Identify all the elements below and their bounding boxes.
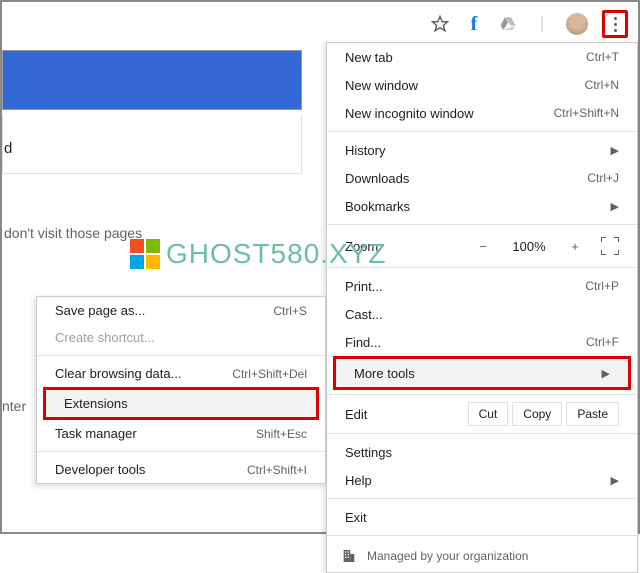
drive-icon[interactable] <box>498 14 518 34</box>
partial-text-d: d <box>4 140 12 157</box>
submenu-dev-tools[interactable]: Developer tools Ctrl+Shift+I <box>37 456 325 483</box>
chrome-menu-button-highlight <box>602 10 628 38</box>
menu-separator <box>327 224 637 225</box>
menu-separator <box>327 131 637 132</box>
menu-find[interactable]: Find... Ctrl+F <box>327 328 637 356</box>
menu-label: Create shortcut... <box>55 330 155 345</box>
submenu-extensions[interactable]: Extensions <box>46 390 316 417</box>
page-header-blue <box>2 50 302 110</box>
shortcut-text: Ctrl+N <box>585 78 619 92</box>
menu-separator <box>327 267 637 268</box>
menu-help[interactable]: Help ▶ <box>327 466 637 494</box>
menu-downloads[interactable]: Downloads Ctrl+J <box>327 164 637 192</box>
menu-separator <box>327 535 637 536</box>
menu-label: Save page as... <box>55 303 145 318</box>
menu-zoom-row: Zoom − 100% + <box>327 229 637 263</box>
menu-separator <box>327 433 637 434</box>
menu-label: New tab <box>345 50 393 65</box>
menu-edit-row: Edit Cut Copy Paste <box>327 399 637 429</box>
menu-label: New window <box>345 78 418 93</box>
partial-text-fragment: don't visit those pages <box>4 225 142 241</box>
paste-button[interactable]: Paste <box>566 402 619 426</box>
managed-label: Managed by your organization <box>367 549 528 563</box>
shortcut-text: Ctrl+F <box>586 335 619 349</box>
zoom-label: Zoom <box>345 239 457 254</box>
chevron-right-icon: ▶ <box>611 144 619 157</box>
cut-button[interactable]: Cut <box>468 402 509 426</box>
more-tools-submenu: Save page as... Ctrl+S Create shortcut...… <box>36 296 326 484</box>
menu-label: Cast... <box>345 307 383 322</box>
menu-label: Task manager <box>55 426 137 441</box>
menu-label: Find... <box>345 335 381 350</box>
menu-label: More tools <box>354 366 415 381</box>
shortcut-text: Ctrl+S <box>273 304 307 318</box>
extensions-highlight: Extensions <box>43 387 319 420</box>
submenu-task-manager[interactable]: Task manager Shift+Esc <box>37 420 325 447</box>
menu-label: Settings <box>345 445 392 460</box>
menu-label: Extensions <box>64 396 128 411</box>
menu-more-tools[interactable]: More tools ▶ <box>336 359 628 387</box>
menu-print[interactable]: Print... Ctrl+P <box>327 272 637 300</box>
browser-toolbar: f | <box>0 8 632 40</box>
profile-avatar[interactable] <box>566 13 588 35</box>
separator: | <box>532 14 552 34</box>
fullscreen-icon[interactable] <box>601 237 619 255</box>
partial-text-enter: nter <box>2 398 26 414</box>
menu-cast[interactable]: Cast... <box>327 300 637 328</box>
menu-new-tab[interactable]: New tab Ctrl+T <box>327 43 637 71</box>
shortcut-text: Shift+Esc <box>256 427 307 441</box>
more-tools-highlight: More tools ▶ <box>333 356 631 390</box>
submenu-clear-browsing[interactable]: Clear browsing data... Ctrl+Shift+Del <box>37 360 325 387</box>
menu-label: History <box>345 143 385 158</box>
menu-label: Help <box>345 473 372 488</box>
shortcut-text: Ctrl+Shift+Del <box>232 367 307 381</box>
menu-bookmarks[interactable]: Bookmarks ▶ <box>327 192 637 220</box>
star-icon[interactable] <box>430 14 450 34</box>
managed-by-org[interactable]: Managed by your organization <box>327 540 637 572</box>
chevron-right-icon: ▶ <box>602 367 610 380</box>
chevron-right-icon: ▶ <box>611 200 619 213</box>
chevron-right-icon: ▶ <box>611 474 619 487</box>
menu-separator <box>327 498 637 499</box>
menu-history[interactable]: History ▶ <box>327 136 637 164</box>
shortcut-text: Ctrl+Shift+I <box>247 463 307 477</box>
chrome-menu-button[interactable] <box>608 15 622 33</box>
menu-new-incognito[interactable]: New incognito window Ctrl+Shift+N <box>327 99 637 127</box>
shortcut-text: Ctrl+J <box>587 171 619 185</box>
shortcut-text: Ctrl+Shift+N <box>554 106 619 120</box>
building-icon <box>341 548 357 564</box>
edit-label: Edit <box>345 407 464 422</box>
shortcut-text: Ctrl+P <box>585 279 619 293</box>
menu-separator <box>37 355 325 356</box>
menu-label: Downloads <box>345 171 409 186</box>
menu-separator <box>37 451 325 452</box>
menu-label: New incognito window <box>345 106 474 121</box>
menu-label: Clear browsing data... <box>55 366 181 381</box>
zoom-in-button[interactable]: + <box>565 239 585 254</box>
menu-exit[interactable]: Exit <box>327 503 637 531</box>
menu-label: Print... <box>345 279 383 294</box>
menu-new-window[interactable]: New window Ctrl+N <box>327 71 637 99</box>
page-header-strip <box>2 114 302 174</box>
chrome-main-menu: New tab Ctrl+T New window Ctrl+N New incog… <box>326 42 638 573</box>
menu-label: Exit <box>345 510 367 525</box>
menu-separator <box>327 394 637 395</box>
menu-settings[interactable]: Settings <box>327 438 637 466</box>
facebook-icon[interactable]: f <box>464 14 484 34</box>
menu-label: Bookmarks <box>345 199 410 214</box>
zoom-out-button[interactable]: − <box>473 239 493 254</box>
zoom-value: 100% <box>509 239 549 254</box>
submenu-create-shortcut: Create shortcut... <box>37 324 325 351</box>
menu-label: Developer tools <box>55 462 145 477</box>
copy-button[interactable]: Copy <box>512 402 562 426</box>
submenu-save-page[interactable]: Save page as... Ctrl+S <box>37 297 325 324</box>
shortcut-text: Ctrl+T <box>586 50 619 64</box>
